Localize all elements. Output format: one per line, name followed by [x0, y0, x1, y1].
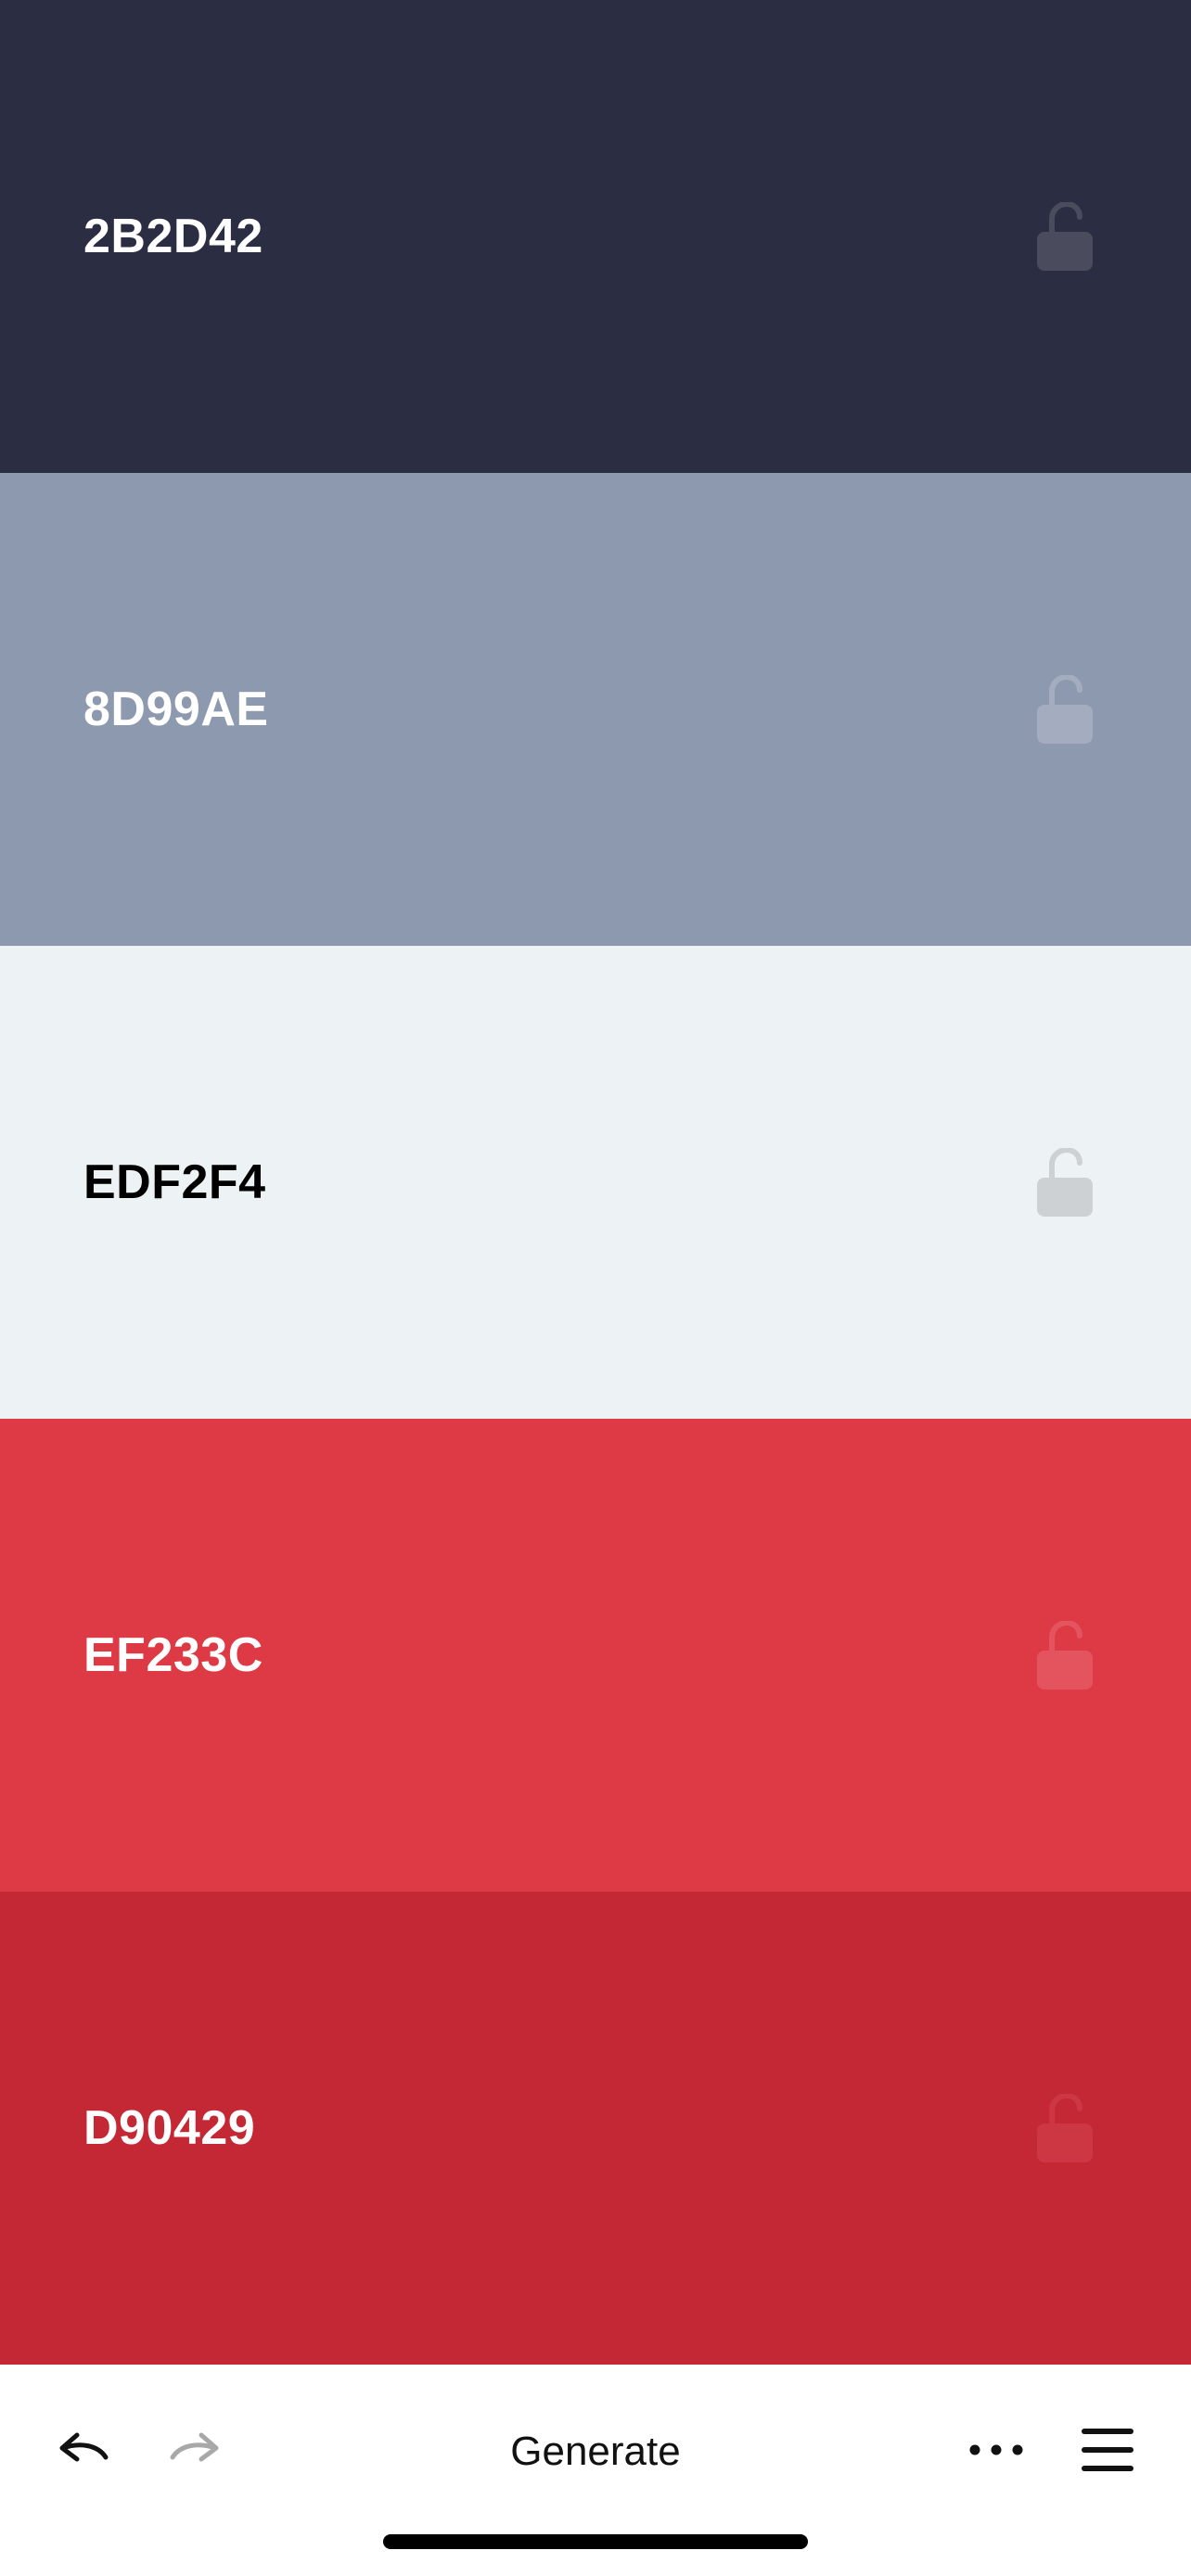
- palette-swatches: 2B2D42 8D99AE EDF2F4 EF233C D90429: [0, 0, 1191, 2365]
- lock-open-icon[interactable]: [1037, 1621, 1093, 1690]
- swatch-3[interactable]: EDF2F4: [0, 946, 1191, 1419]
- home-indicator: [383, 2534, 808, 2549]
- swatch-1[interactable]: 2B2D42: [0, 0, 1191, 473]
- lock-open-icon[interactable]: [1037, 2094, 1093, 2162]
- undo-arrow-icon: [55, 2429, 112, 2475]
- redo-button[interactable]: [160, 2417, 230, 2487]
- redo-arrow-icon: [166, 2429, 224, 2475]
- swatch-hex-label[interactable]: 2B2D42: [83, 209, 263, 264]
- swatch-2[interactable]: 8D99AE: [0, 473, 1191, 946]
- swatch-hex-label[interactable]: EDF2F4: [83, 1154, 266, 1210]
- lock-open-icon[interactable]: [1037, 1148, 1093, 1217]
- swatch-hex-label[interactable]: D90429: [83, 2100, 255, 2156]
- lock-open-icon[interactable]: [1037, 202, 1093, 271]
- swatch-hex-label[interactable]: 8D99AE: [83, 682, 269, 737]
- swatch-5[interactable]: D90429: [0, 1892, 1191, 2365]
- swatch-hex-label[interactable]: EF233C: [83, 1627, 263, 1683]
- palette-app: 2B2D42 8D99AE EDF2F4 EF233C D90429 Gener…: [0, 0, 1191, 2576]
- more-button[interactable]: [959, 2417, 1033, 2487]
- hamburger-menu-icon: [1081, 2427, 1134, 2478]
- more-horizontal-icon: [968, 2443, 1024, 2461]
- swatch-4[interactable]: EF233C: [0, 1419, 1191, 1892]
- menu-button[interactable]: [1072, 2417, 1143, 2487]
- lock-open-icon[interactable]: [1037, 675, 1093, 744]
- generate-button[interactable]: Generate: [410, 2413, 781, 2491]
- undo-button[interactable]: [48, 2417, 119, 2487]
- bottom-toolbar: Generate: [0, 2365, 1191, 2576]
